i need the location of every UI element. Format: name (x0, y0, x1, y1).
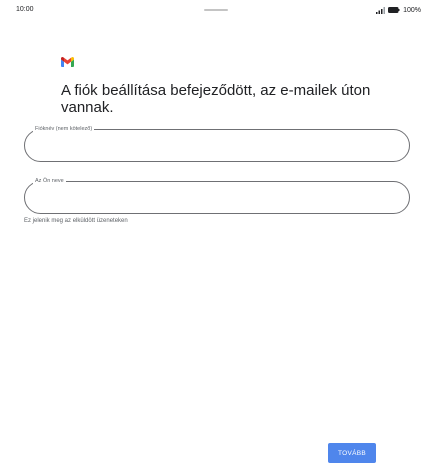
your-name-field[interactable]: Az Ön neve (24, 177, 410, 214)
notification-handle[interactable] (204, 9, 228, 11)
battery-icon (388, 7, 400, 13)
your-name-helper-text: Ez jelenik meg az elküldött üzeneteken (24, 218, 128, 224)
signal-icon (376, 6, 386, 14)
page-title: A fiók beállítása befejeződött, az e-mai… (61, 82, 371, 116)
your-name-input[interactable] (39, 190, 399, 206)
your-name-label: Az Ön neve (33, 177, 66, 185)
status-icons: 100% (376, 5, 421, 15)
next-button[interactable]: TOVÁBB (328, 443, 376, 463)
battery-percentage: 100% (403, 6, 421, 14)
status-time: 10:00 (16, 6, 34, 13)
account-name-field[interactable]: Fióknév (nem kötelező) (24, 125, 410, 162)
account-name-label: Fióknév (nem kötelező) (33, 125, 95, 133)
gmail-logo-icon (61, 57, 74, 67)
status-bar: 10:00 100% (0, 0, 435, 22)
account-name-input[interactable] (39, 138, 399, 154)
